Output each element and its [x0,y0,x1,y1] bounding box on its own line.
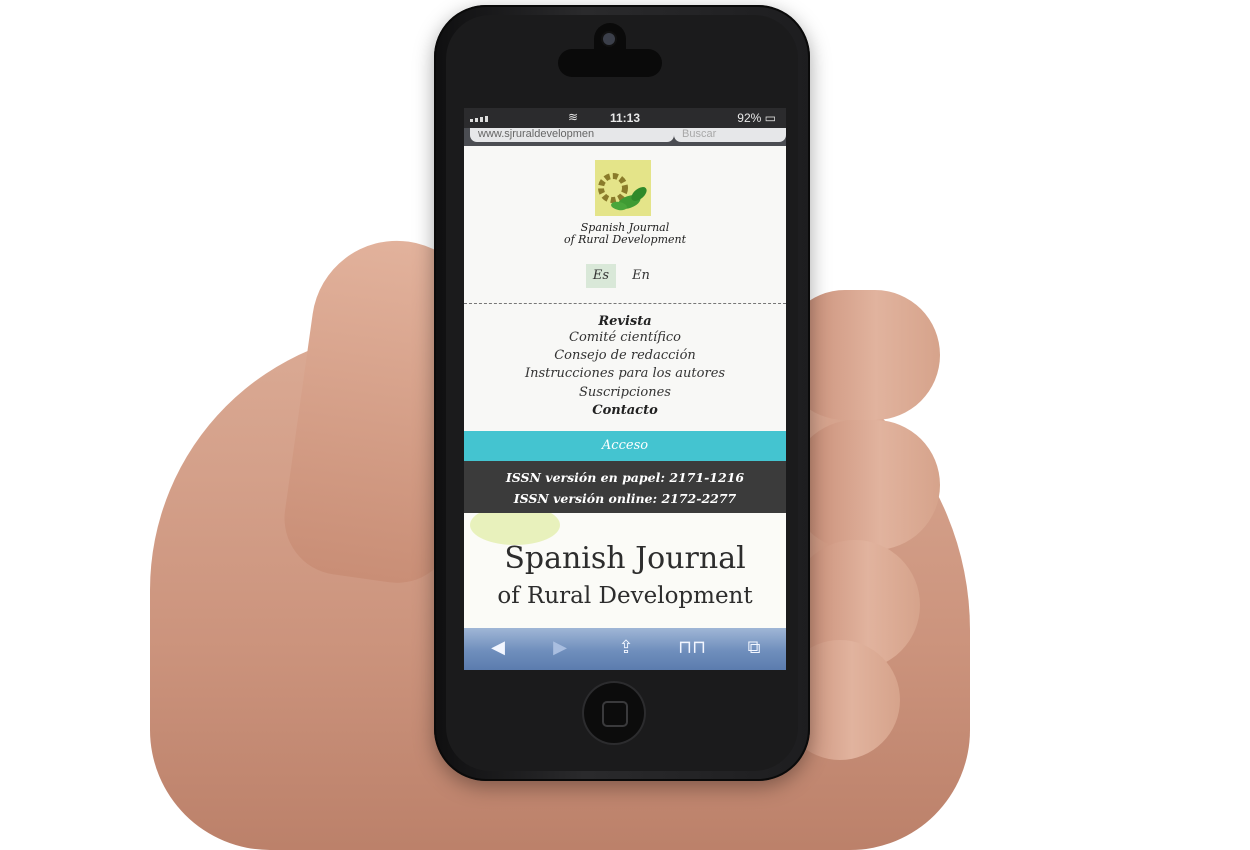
battery-percent: 92% [737,111,762,125]
language-es[interactable]: Es [586,264,616,288]
hero-banner: Spanish Journal of Rural Development [464,513,786,628]
share-icon[interactable]: ⇪ [610,636,642,660]
forward-icon[interactable]: ▶ [544,636,576,660]
hand-finger [790,420,940,550]
search-placeholder: Buscar [682,128,717,140]
earpiece [558,49,662,77]
acceso-button[interactable]: Acceso [464,431,786,461]
hero-title: Spanish Journal [504,541,746,576]
home-button[interactable] [584,683,644,743]
issn-online: ISSN versión online: 2172-2277 [513,491,737,506]
nav-suscripciones[interactable]: Suscripciones [464,385,786,400]
journal-logo[interactable] [595,160,651,216]
issn-paper: ISSN versión en papel: 2171-1216 [505,470,745,485]
nav-instrucciones-autores[interactable]: Instrucciones para los autores [464,366,786,381]
tabs-icon[interactable]: ⧉ [738,636,770,660]
front-camera [603,33,615,45]
search-field[interactable]: Buscar [674,128,786,142]
journal-brand: Spanish Journal of Rural Development [464,222,786,246]
divider [464,303,786,304]
url-field[interactable]: www.sjruraldevelopmen [470,128,674,142]
bookmarks-icon[interactable]: ⊓⊓ [676,636,708,660]
issn-info: ISSN versión en papel: 2171-1216 ISSN ve… [464,461,786,513]
home-square-icon [602,701,628,727]
nav-revista[interactable]: Revista [464,314,786,329]
nav-contacto[interactable]: Contacto [464,403,786,418]
phone-screen: ≋ 11:13 92% ▭ www.sjruraldevelopmen Busc… [464,108,786,670]
hero-subtitle: of Rural Development [497,583,753,609]
brand-line-2: of Rural Development [563,233,687,246]
nav-comite-cientifico[interactable]: Comité científico [464,330,786,345]
battery-indicator: 92% ▭ [737,111,776,125]
language-en[interactable]: En [626,264,656,288]
browser-toolbar: ◀ ▶ ⇪ ⊓⊓ ⧉ [464,628,786,670]
url-text: www.sjruraldevelopmen [478,128,595,140]
status-bar: ≋ 11:13 92% ▭ [464,108,786,128]
battery-icon: ▭ [764,111,776,125]
browser-address-bar: www.sjruraldevelopmen Buscar [464,128,786,146]
nav-consejo-redaccion[interactable]: Consejo de redacción [464,348,786,363]
back-icon[interactable]: ◀ [482,636,514,660]
